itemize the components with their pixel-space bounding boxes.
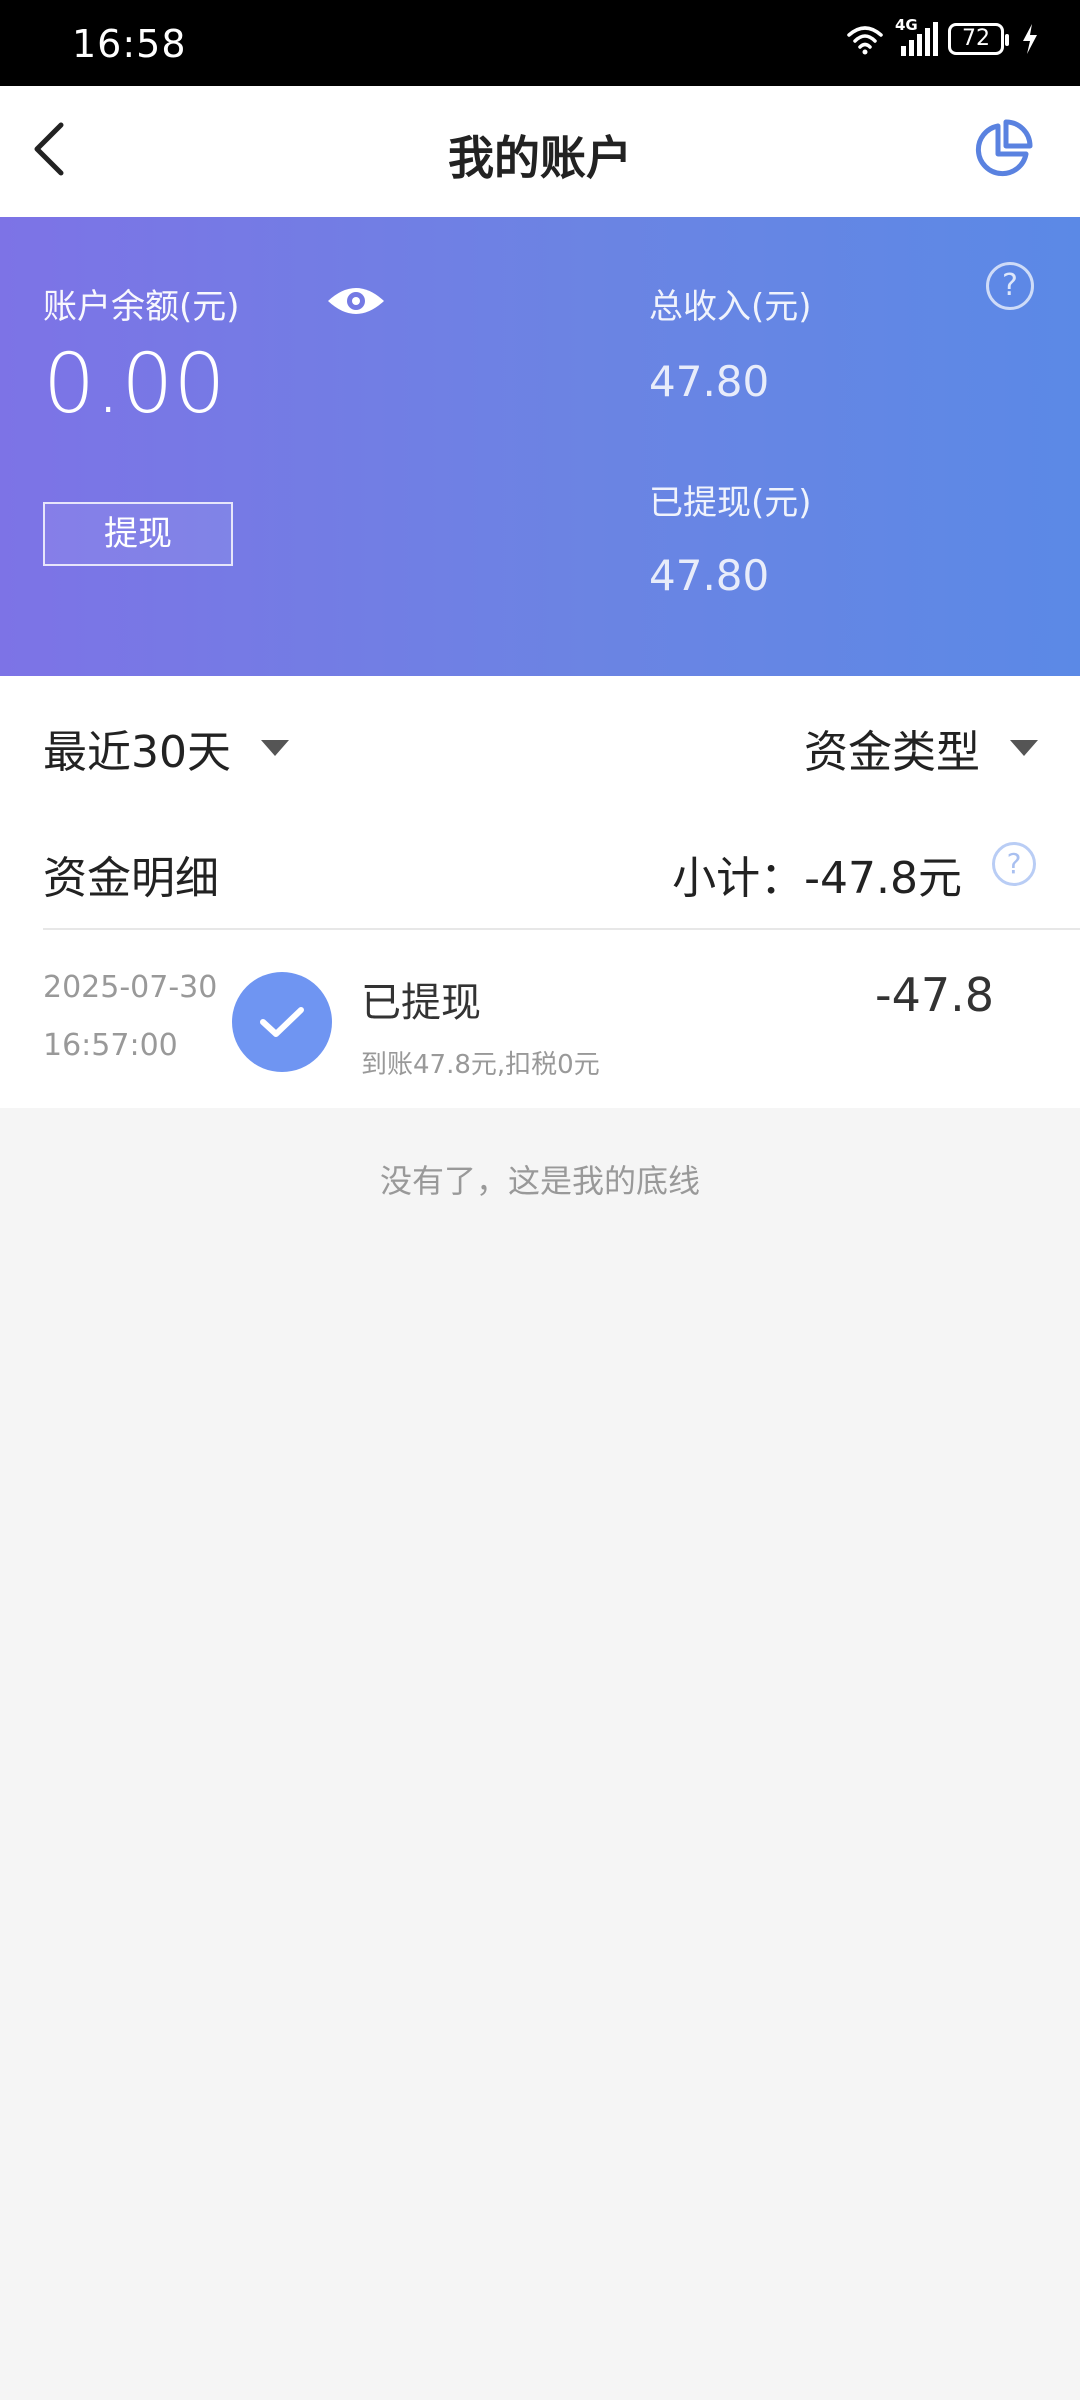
check-icon: [260, 1007, 304, 1037]
navigation-bar: 我的账户: [0, 86, 1080, 217]
record-status-badge: [232, 972, 332, 1072]
fund-type-filter[interactable]: 资金类型: [804, 716, 1038, 780]
withdrawn-label: 已提现(元): [649, 483, 812, 523]
record-title: 已提现: [361, 980, 481, 1026]
fund-type-label: 资金类型: [804, 727, 980, 778]
details-title: 资金明细: [43, 853, 219, 904]
subtotal-text: 小计：-47.8元: [672, 853, 962, 904]
record-date: 2025-07-30: [43, 970, 218, 1005]
help-icon[interactable]: ?: [986, 262, 1034, 310]
battery-level: 72: [962, 26, 990, 51]
status-time: 16:58: [72, 22, 187, 66]
charging-icon: [1023, 24, 1037, 54]
network-type: 4G: [895, 16, 918, 34]
record-subtitle: 到账47.8元,扣税0元: [361, 1050, 600, 1080]
balance-value: 0.00: [43, 337, 226, 432]
status-icons: 4G 72: [845, 16, 1040, 56]
total-income-value: 47.80: [649, 357, 770, 406]
account-summary-card: 账户余额(元) 0.00 提现 总收入(元) 47.80 已提现(元) 47.8…: [0, 217, 1080, 676]
status-bar: 16:58 4G 72: [0, 0, 1080, 86]
record-time: 16:57:00: [43, 1028, 178, 1063]
pie-chart-icon: [975, 119, 1033, 177]
withdrawn-value: 47.80: [649, 551, 770, 600]
page-title: 我的账户: [448, 131, 632, 185]
subtotal-help-icon[interactable]: ?: [992, 842, 1036, 886]
list-item[interactable]: 2025-07-30 16:57:00 已提现 到账47.8元,扣税0元 -47…: [0, 930, 1080, 1108]
fund-details-section: 最近30天 资金类型 资金明细 小计：-47.8元 ? 2025-07-30 1…: [0, 676, 1080, 1108]
record-amount: -47.8: [874, 968, 994, 1022]
withdraw-button[interactable]: 提现: [43, 502, 233, 566]
end-of-list-note: 没有了，这是我的底线: [379, 1162, 700, 1200]
date-range-filter[interactable]: 最近30天: [43, 716, 289, 780]
battery-icon: 72: [948, 23, 1009, 55]
signal-icon: 4G: [895, 16, 938, 56]
dropdown-triangle-icon: [1010, 740, 1038, 756]
toggle-visibility-button[interactable]: [325, 283, 387, 319]
wifi-icon: [847, 26, 883, 55]
eye-icon: [328, 288, 384, 314]
total-income-label: 总收入(元): [649, 287, 812, 327]
date-range-label: 最近30天: [43, 727, 231, 778]
statistics-button[interactable]: [970, 118, 1034, 182]
balance-label: 账户余额(元): [43, 287, 240, 327]
dropdown-triangle-icon: [261, 740, 289, 756]
